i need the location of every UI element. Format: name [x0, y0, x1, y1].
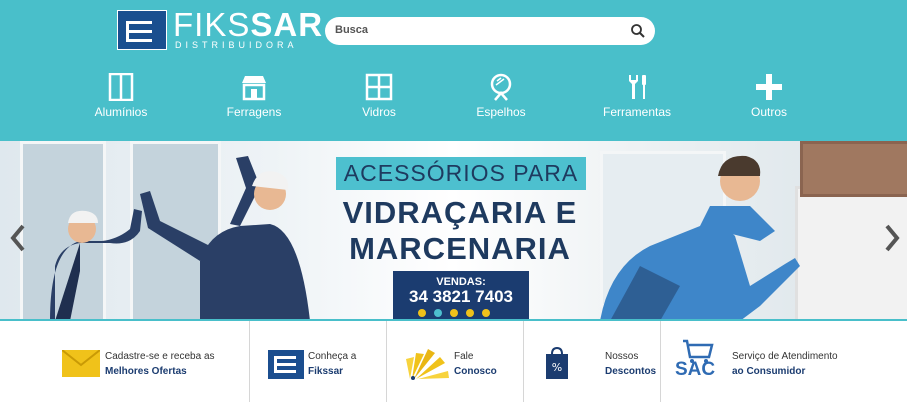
- feature-sac[interactable]: SAC Serviço de Atendimento ao Consumidor: [660, 321, 907, 402]
- hero-banner[interactable]: ACESSÓRIOS PARA VIDRAÇARIA E MARCENARIA …: [0, 141, 907, 319]
- feature-line1: Fale: [454, 351, 474, 362]
- feature-line2: ao Consumidor: [732, 366, 806, 377]
- slide-dot[interactable]: [450, 309, 458, 317]
- slide-dot[interactable]: [434, 309, 442, 317]
- feature-line2: Fikssar: [308, 366, 344, 377]
- banner-title-line: VIDRAÇARIA E: [342, 195, 578, 230]
- search-input[interactable]: [333, 23, 617, 37]
- window-frame-icon: [108, 73, 134, 101]
- feature-line2: Conosco: [454, 366, 497, 377]
- category-label: Alumínios: [94, 105, 148, 119]
- feature-newsletter[interactable]: Cadastre-se e receba as Melhores Ofertas: [0, 321, 250, 402]
- feature-line1: Conheça a: [308, 351, 357, 362]
- category-label: Outros: [750, 105, 787, 119]
- tools-icon: [629, 75, 646, 99]
- feature-line2: Melhores Ofertas: [105, 366, 187, 377]
- mirror-icon: [490, 73, 512, 101]
- worker-illustration: [600, 155, 800, 319]
- feature-line1: Serviço de Atendimento: [732, 351, 838, 362]
- category-label: Ferragens: [226, 105, 282, 119]
- feature-about[interactable]: Conheça a Fikssar: [249, 321, 387, 402]
- category-label: Vidros: [362, 105, 396, 119]
- feature-discounts[interactable]: % Nossos Descontos: [523, 321, 661, 402]
- sac-badge: SAC: [675, 359, 716, 380]
- plus-icon: [756, 74, 782, 100]
- slide-dot[interactable]: [466, 309, 474, 317]
- category-ferragens[interactable]: Ferragens: [204, 70, 304, 125]
- cabinet-illustration: [800, 141, 907, 197]
- logo-subtitle: DISTRIBUIDORA: [175, 40, 298, 50]
- discount-bag-icon: %: [546, 346, 568, 379]
- storefront-icon: [242, 76, 266, 101]
- banner-title-line: MARCENARIA: [349, 231, 571, 266]
- slide-indicators: [418, 304, 498, 319]
- svg-text:%: %: [552, 361, 562, 374]
- search-bar: [325, 17, 655, 45]
- category-label: Espelhos: [476, 105, 526, 119]
- feature-line2: Descontos: [605, 366, 657, 377]
- worker-illustration: [50, 209, 142, 319]
- fikssar-logo-icon: [268, 350, 304, 379]
- category-nav: Alumínios Ferragens Vidros Espelhos Ferr…: [0, 70, 907, 130]
- chevron-left-icon[interactable]: [8, 223, 28, 253]
- feature-line1: Cadastre-se e receba as: [105, 351, 215, 362]
- category-ferramentas[interactable]: Ferramentas: [587, 70, 687, 125]
- color-fan-icon: [406, 349, 449, 380]
- category-label: Ferramentas: [602, 105, 672, 119]
- search-icon[interactable]: [629, 22, 647, 40]
- features-strip: Cadastre-se e receba as Melhores Ofertas…: [0, 319, 907, 402]
- slide-dot[interactable]: [482, 309, 490, 317]
- site-header: FIKSSAR DISTRIBUIDORA Alumínios Ferragen…: [0, 0, 907, 141]
- category-outros[interactable]: Outros: [719, 70, 819, 125]
- slide-dot[interactable]: [418, 309, 426, 317]
- banner-headline: ACESSÓRIOS PARA: [336, 157, 586, 190]
- worker-illustration: [140, 156, 310, 319]
- fikssar-logo[interactable]: FIKSSAR DISTRIBUIDORA: [117, 6, 322, 52]
- logo-name: FIKSSAR: [173, 6, 324, 43]
- category-vidros[interactable]: Vidros: [329, 70, 429, 125]
- feature-line1: Nossos: [605, 351, 639, 362]
- feature-contact[interactable]: Fale Conosco: [386, 321, 524, 402]
- category-espelhos[interactable]: Espelhos: [451, 70, 551, 125]
- envelope-icon: [62, 350, 100, 377]
- window-grid-icon: [365, 73, 393, 101]
- chevron-right-icon[interactable]: [882, 223, 902, 253]
- logo-mark-icon: [117, 10, 167, 50]
- banner-title: VIDRAÇARIA E MARCENARIA: [320, 195, 600, 267]
- category-aluminios[interactable]: Alumínios: [71, 70, 171, 125]
